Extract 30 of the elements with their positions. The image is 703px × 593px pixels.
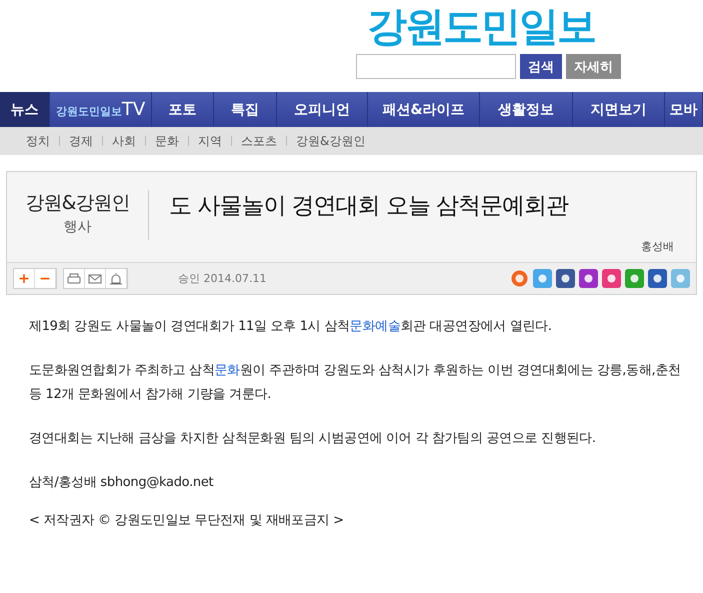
search-button[interactable]: 검색 [520,54,562,79]
subnav-link[interactable]: 강원&강원인 [296,132,366,150]
category-name: 행사 [64,218,92,236]
share-icon[interactable] [533,269,552,288]
share-icon[interactable] [556,269,575,288]
copyright-notice: < 저작권자 © 강원도민일보 무단전재 및 재배포금지 > [29,512,345,530]
search-field[interactable] [356,54,516,79]
keyword-link[interactable]: 문화예술 [350,319,400,334]
share-icon[interactable] [625,269,644,288]
subnav-link[interactable]: 정치 [26,132,50,150]
subnav-link[interactable]: 사회 [112,132,136,150]
approval-date: 승인 2014.07.11 [178,271,268,286]
subnav-link[interactable]: 문화 [155,132,179,150]
subnav-link[interactable]: 지역 [198,132,222,150]
subnav-link[interactable]: 스포츠 [241,132,277,150]
article-paragraph: 제19회 강원도 사물놀이 경연대회가 11일 오후 1시 삼척문화예술회관 대공연장에서 열린다. [29,318,553,336]
article-paragraph: 삼척/홍성배 sbhong@kado.net [29,474,214,492]
detail-search-button[interactable]: 자세히 [566,54,621,79]
subnav-link[interactable]: 경제 [69,132,93,150]
share-icon[interactable] [510,269,529,288]
share-icon[interactable] [648,269,667,288]
section-name: 강원&강원인 [26,191,130,216]
nav-tab[interactable]: 뉴스 [0,92,50,127]
share-icon[interactable] [602,269,621,288]
article-title: 도 사물놀이 경연대회 오늘 삼척문예회관 [169,192,568,221]
article-paragraph: 도문화원연합회가 주최하고 삼척문화원이 주관하며 강원도와 삼척시가 후원하는 이번 경연대회에는 강릉,동해,춘천 등 12개 문화원에서 참가해 기량을 겨룬다. [29,362,682,404]
author-name: 홍성배 [641,239,674,254]
keyword-link[interactable]: 문화 [214,363,240,378]
article-paragraph: 경연대회는 지난해 금상을 차지한 삼척문화원 팀의 시범공연에 이어 각 참가팀의 공연으로 진행된다. [29,430,597,448]
share-icon[interactable] [579,269,598,288]
